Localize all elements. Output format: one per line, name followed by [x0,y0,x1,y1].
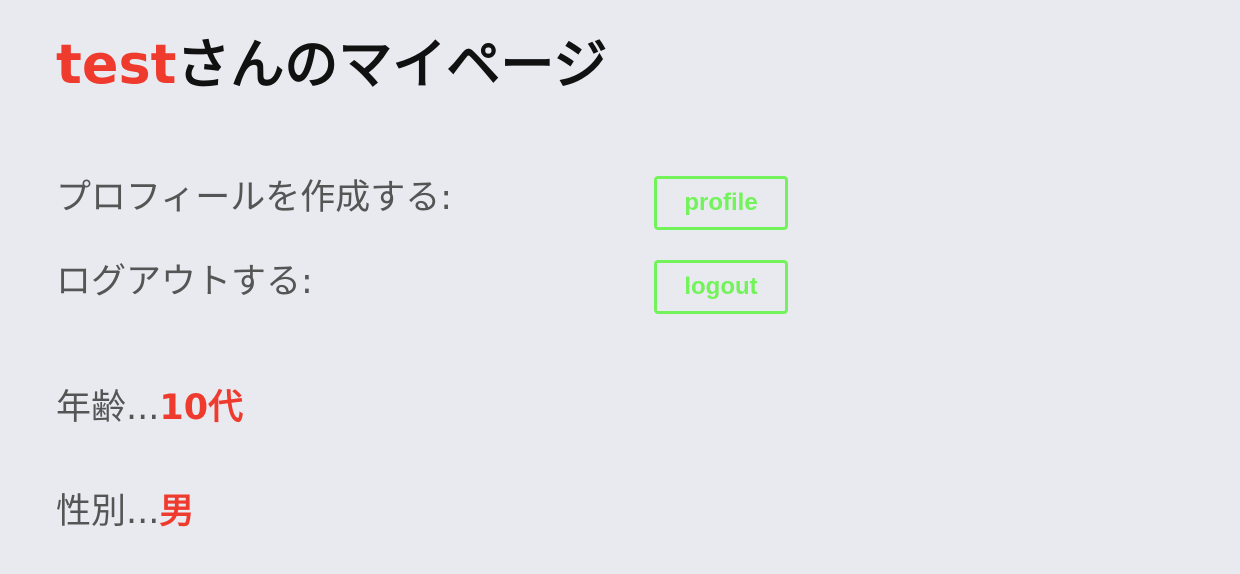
profile-label: プロフィールを作成する: [56,178,453,218]
age-label: 年齢... [56,388,160,428]
age-row: 年齢...10代 [56,386,243,430]
profile-row: プロフィールを作成する: profile [56,176,956,230]
gender-label: 性別... [56,492,160,532]
gender-value: 男 [159,492,195,532]
logout-row: ログアウトする: logout [56,260,956,314]
logout-button[interactable]: logout [654,260,788,314]
page-title-suffix: さんのマイページ [176,33,608,96]
mypage: testさんのマイページ プロフィールを作成する: profile ログアウトす… [56,0,1240,574]
page-title: testさんのマイページ [56,30,607,100]
profile-button[interactable]: profile [654,176,788,230]
gender-row: 性別...男 [56,490,194,534]
age-value: 10代 [159,388,244,428]
username: test [56,33,177,96]
logout-label: ログアウトする: [56,262,313,302]
